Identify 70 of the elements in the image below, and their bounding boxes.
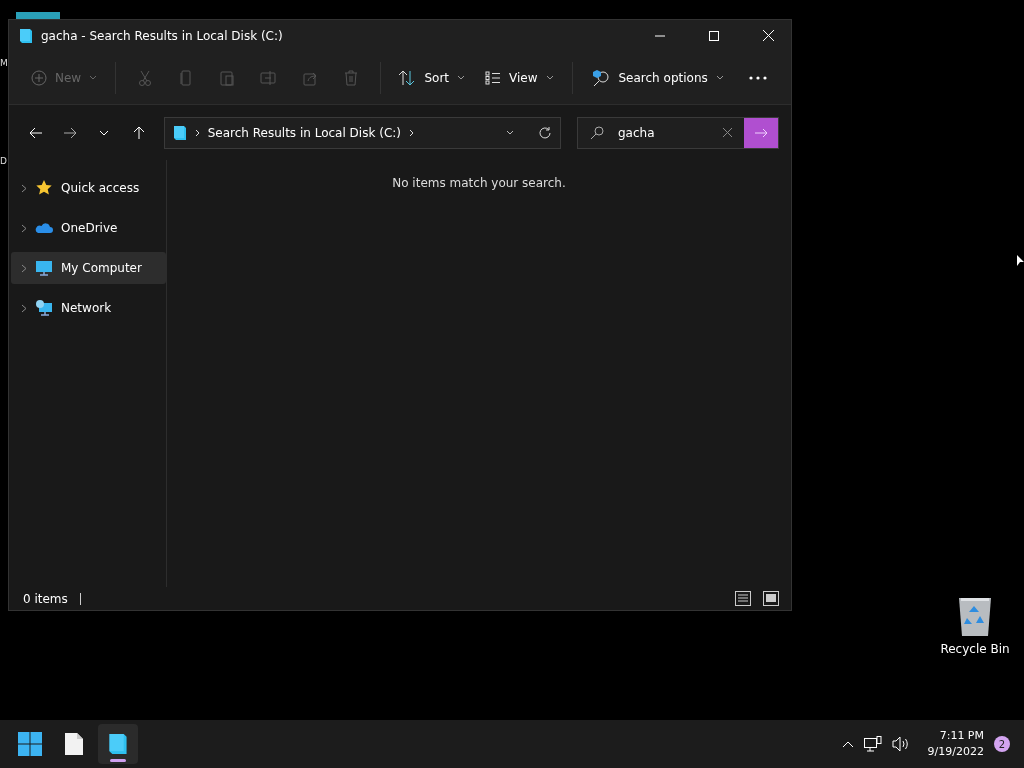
search-options-button[interactable]: Search options [582,62,732,93]
caret-icon [89,75,98,80]
sidebar-item[interactable]: Network [11,292,166,324]
clear-icon[interactable] [723,128,732,137]
up-arrow-icon [132,125,145,140]
search-icon [590,125,604,140]
list-view-icon [485,70,502,85]
paste-icon [218,68,237,87]
minimize-icon [655,34,665,37]
search-field[interactable]: gacha [577,116,779,149]
view-button[interactable]: View [477,64,562,91]
caret-icon [715,75,724,80]
sidebar-item[interactable]: My Computer [11,252,166,284]
folder-app-icon [108,732,128,756]
arrow-right-icon [754,127,768,138]
notification-badge[interactable]: 2 [994,736,1010,752]
dropdown-caret-icon [506,130,514,135]
expand-chevron-icon [21,263,27,273]
show-hidden-icons-icon[interactable] [841,740,854,748]
time: 7:11 PM [939,728,984,744]
sort-icon [398,69,417,86]
network-icon[interactable] [863,736,882,752]
back-arrow-icon [29,126,44,139]
address-bar[interactable]: Search Results in Local Disk (C:) [163,116,561,149]
document-icon[interactable] [65,733,83,755]
refresh-icon[interactable] [538,125,552,140]
maximize-icon [709,30,719,41]
desktop-label: D [0,156,7,166]
mouse-cursor-icon [1017,255,1024,266]
sidebar-item[interactable]: OneDrive [11,212,166,244]
tiles-view-button[interactable] [763,591,779,606]
star-icon [35,179,53,197]
folder-icon [172,124,187,141]
expand-chevron-icon [21,183,27,193]
close-icon [762,30,774,41]
details-view-icon [735,591,751,606]
breadcrumb-item[interactable]: Search Results in Local Disk (C:) [207,125,401,140]
plus-circle-icon [31,69,47,86]
caret-icon [99,129,110,136]
folder-icon [19,27,33,44]
expand-chevron-icon [21,223,27,233]
details-view-button[interactable] [735,591,751,606]
empty-message: No items match your search. [392,176,566,192]
search-go-button[interactable] [744,117,778,148]
expand-chevron-icon [21,303,27,313]
volume-icon[interactable] [891,736,910,752]
text-cursor-icon [79,592,81,605]
search-input[interactable]: gacha [616,124,711,141]
sort-button[interactable]: Sort [390,63,474,92]
window-title: gacha - Search Results in Local Disk (C:) [41,28,284,43]
clock[interactable]: 7:11 PM 9/19/2022 [927,728,984,760]
item-count: 0 items [23,591,68,606]
sidebar-item[interactable]: Quick access [11,172,166,204]
recycle-bin-icon[interactable] [957,596,993,638]
network-icon [35,299,53,317]
recycle-bin-label: Recycle Bin [940,642,1010,656]
rename-icon [259,68,278,87]
tiles-view-icon [763,591,779,606]
caret-icon [457,75,466,80]
windows-start-icon[interactable] [18,732,42,756]
chevron-icon [194,128,200,137]
forward-arrow-icon [63,126,78,139]
search-options-icon [590,68,611,87]
computer-icon [35,259,53,277]
desktop-label: M [0,58,8,68]
date: 9/19/2022 [927,744,984,760]
chevron-icon [409,128,414,137]
caret-icon [545,75,554,80]
more-icon [749,75,768,80]
taskbar-app[interactable] [98,724,138,764]
